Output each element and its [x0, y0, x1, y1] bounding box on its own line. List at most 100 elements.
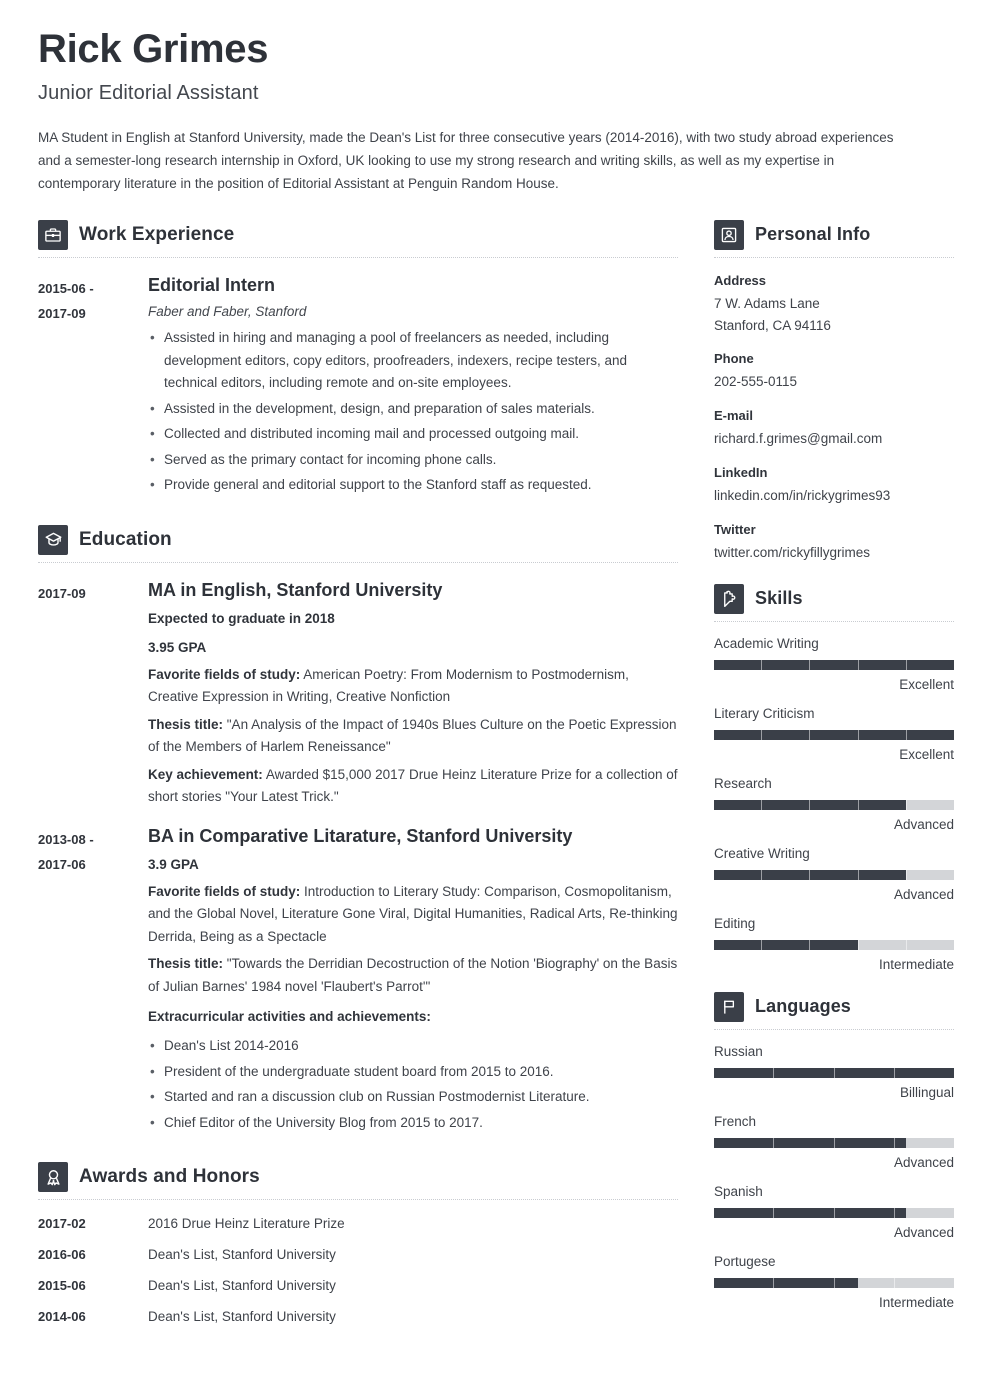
section-education: Education 2017-09 MA in English, Stanfor…	[38, 524, 678, 1137]
skill-level: Advanced	[893, 886, 954, 902]
info-group-email: E-mail richard.f.grimes@gmail.com	[714, 408, 954, 450]
section-header: Personal Info	[714, 219, 954, 250]
detail-label: Key achievement:	[148, 766, 263, 782]
education-entry: 2017-09 MA in English, Stanford Universi…	[38, 579, 678, 809]
degree-title: BA in Comparative Litarature, Stanford U…	[148, 825, 573, 846]
section-languages: Languages Russian Billingual French Adva…	[714, 991, 954, 1310]
education-detail: Favorite fields of study: Introduction t…	[148, 881, 678, 949]
language-name: Portugese	[714, 1253, 776, 1269]
language-rating: Portugese Intermediate	[714, 1254, 954, 1310]
job-title: Junior Editorial Assistant	[38, 82, 259, 104]
info-group-phone: Phone 202-555-0115	[714, 351, 954, 393]
sidebar-column: Personal Info Address 7 W. Adams Lane St…	[714, 219, 954, 1310]
language-level: Advanced	[893, 1224, 954, 1240]
list-item: Collected and distributed incoming mail …	[148, 423, 678, 446]
date-end: 2017-06	[38, 857, 86, 873]
list-item: Assisted in hiring and managing a pool o…	[148, 327, 678, 395]
section-personal-info: Personal Info Address 7 W. Adams Lane St…	[714, 219, 954, 564]
skill-level: Excellent	[899, 676, 954, 692]
language-level: Billingual	[899, 1084, 954, 1100]
list-item: Chief Editor of the University Blog from…	[148, 1112, 678, 1135]
info-label: Address	[714, 272, 767, 288]
resume-header: Rick Grimes Junior Editorial Assistant M…	[38, 26, 950, 196]
date-end: 2017-09	[38, 306, 86, 321]
briefcase-icon	[38, 219, 68, 250]
section-title: Languages	[755, 996, 851, 1017]
skill-rating: Academic Writing Excellent	[714, 636, 954, 692]
degree-title: MA in English, Stanford University	[148, 579, 443, 600]
employer-name: Faber and Faber, Stanford	[148, 304, 307, 320]
skill-level: Intermediate	[878, 956, 954, 972]
entry-date-range: 2015-06 - 2017-09	[38, 274, 148, 327]
skill-rating: Literary Criticism Excellent	[714, 706, 954, 762]
resume-body: Work Experience 2015-06 - 2017-09 Editor…	[38, 219, 954, 1324]
skill-bar	[714, 729, 954, 740]
info-label: Phone	[714, 351, 754, 367]
info-group-twitter: Twitter twitter.com/rickyfillygrimes	[714, 522, 954, 564]
section-header: Awards and Honors	[38, 1162, 678, 1193]
language-name: Russian	[714, 1043, 763, 1059]
section-header: Work Experience	[38, 219, 678, 250]
skill-bar	[714, 659, 954, 670]
job-role: Editorial Intern	[148, 274, 276, 295]
award-title: Dean's List, Stanford University	[148, 1278, 336, 1294]
skill-rating: Creative Writing Advanced	[714, 846, 954, 902]
entry-date-range: 2013-08 - 2017-06	[38, 825, 148, 878]
list-item: Dean's List 2014-2016	[148, 1035, 678, 1058]
table-row: 2014-06 Dean's List, Stanford University	[38, 1309, 678, 1324]
language-bar-fill	[714, 1137, 906, 1148]
skill-name: Literary Criticism	[714, 705, 815, 721]
entry-body: BA in Comparative Litarature, Stanford U…	[148, 825, 678, 1137]
language-level: Intermediate	[878, 1294, 954, 1310]
language-bar	[714, 1137, 954, 1148]
section-divider	[714, 620, 954, 622]
info-value: 202-555-0115	[714, 374, 798, 390]
detail-label: Favorite fields of study:	[148, 883, 301, 899]
language-bar-fill	[714, 1207, 906, 1218]
section-title: Awards and Honors	[79, 1166, 260, 1188]
list-item: Served as the primary contact for incomi…	[148, 449, 678, 472]
date-start: 2017-09	[38, 585, 86, 601]
detail-text: "An Analysis of the Impact of 1940s Blue…	[148, 716, 677, 755]
section-divider	[38, 256, 678, 258]
info-value[interactable]: richard.f.grimes@gmail.com	[714, 428, 954, 450]
professional-summary: MA Student in English at Stanford Univer…	[38, 130, 894, 192]
degree-subline: Expected to graduate in 2018	[148, 611, 335, 627]
entry-date-range: 2017-09	[38, 579, 148, 606]
page-title: Rick Grimes	[38, 27, 269, 71]
detail-label: Thesis title:	[148, 956, 224, 972]
language-bar-fill	[714, 1277, 858, 1288]
skill-bar-fill	[714, 729, 954, 740]
table-row: 2016-06 Dean's List, Stanford University	[38, 1247, 678, 1262]
language-rating: French Advanced	[714, 1114, 954, 1170]
award-title: Dean's List, Stanford University	[148, 1247, 336, 1263]
skill-name: Creative Writing	[714, 845, 810, 861]
info-label: Twitter	[714, 521, 756, 537]
skill-bar-fill	[714, 659, 954, 670]
language-bar	[714, 1067, 954, 1078]
skill-bar	[714, 939, 954, 950]
date-start: 2015-06 -	[38, 280, 94, 296]
education-detail: Thesis title: "An Analysis of the Impact…	[148, 714, 678, 759]
list-item: President of the undergraduate student b…	[148, 1061, 678, 1084]
language-bar-fill	[714, 1067, 954, 1078]
language-rating: Russian Billingual	[714, 1044, 954, 1100]
language-name: French	[714, 1113, 757, 1129]
extracurricular-list: Dean's List 2014-2016 President of the u…	[148, 1035, 678, 1134]
info-label: E-mail	[714, 408, 754, 424]
list-item: Started and ran a discussion club on Rus…	[148, 1086, 678, 1109]
list-item: Provide general and editorial support to…	[148, 474, 678, 497]
work-entry: 2015-06 - 2017-09 Editorial Intern Faber…	[38, 274, 678, 500]
list-item: Assisted in the development, design, and…	[148, 398, 678, 421]
section-title: Skills	[755, 588, 803, 609]
info-value[interactable]: twitter.com/rickyfillygrimes	[714, 542, 954, 564]
info-value[interactable]: linkedin.com/in/rickygrimes93	[714, 485, 954, 507]
skill-rating: Editing Intermediate	[714, 916, 954, 972]
language-bar	[714, 1277, 954, 1288]
skill-name: Research	[714, 775, 772, 791]
award-date: 2014-06	[38, 1309, 86, 1325]
section-divider	[714, 1028, 954, 1030]
info-label: LinkedIn	[714, 465, 768, 481]
award-date: 2015-06	[38, 1278, 86, 1294]
skill-rating: Research Advanced	[714, 776, 954, 832]
